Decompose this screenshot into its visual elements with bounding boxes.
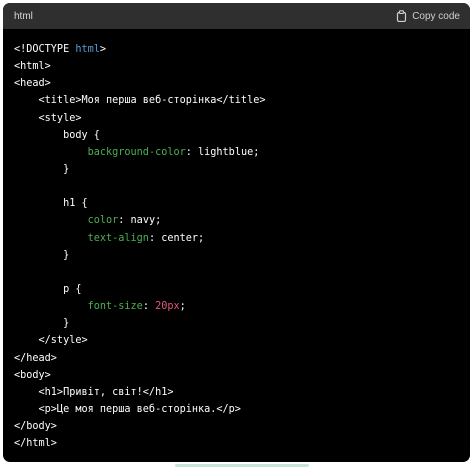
code-token-prop: text-align xyxy=(87,232,149,244)
code-line: </html> xyxy=(14,435,470,452)
code-token: : center; xyxy=(148,232,205,244)
code-token: <html> xyxy=(14,61,51,73)
code-token: h1 { xyxy=(14,198,88,210)
code-token: ; xyxy=(179,301,186,313)
code-line: <h1>Привіт, світ!</h1> xyxy=(14,384,470,401)
code-token: </body> xyxy=(14,421,57,433)
code-token: </style> xyxy=(14,335,88,347)
code-line: </body> xyxy=(14,418,470,435)
code-line: } xyxy=(14,161,470,178)
code-token: : navy; xyxy=(118,215,162,227)
clipboard-icon xyxy=(396,10,407,22)
code-token: : xyxy=(142,301,156,313)
code-line: <p>Це моя перша веб-сторінка.</p> xyxy=(14,401,470,418)
code-token: </head> xyxy=(14,352,57,364)
code-token: <head> xyxy=(14,78,51,90)
language-label: html xyxy=(14,10,33,22)
code-line: <html> xyxy=(14,58,470,75)
code-content: <!DOCTYPE html> <html> <head> <title>Моя п… xyxy=(3,29,470,452)
code-token: body { xyxy=(14,129,100,141)
code-token: <style> xyxy=(14,112,82,124)
code-line: text-align: center; xyxy=(14,230,470,247)
code-block-header: html Copy code xyxy=(3,3,470,29)
code-line: <head> xyxy=(14,75,470,92)
code-token: <title>Моя перша веб-сторінка</title> xyxy=(14,95,266,107)
code-line: <title>Моя перша веб-сторінка</title> xyxy=(14,92,470,109)
code-block: html Copy code <!DOCTYPE html> <html> <hea… xyxy=(3,3,470,462)
code-line: body { xyxy=(14,127,470,144)
code-token-num: 20px xyxy=(155,301,180,313)
code-token: <!DOCTYPE xyxy=(14,44,76,55)
code-line: p { xyxy=(14,281,470,298)
code-line: <!DOCTYPE html> xyxy=(14,41,470,58)
code-token: <body> xyxy=(14,369,51,381)
code-line: background-color: lightblue; xyxy=(14,144,470,161)
code-token: : lightblue; xyxy=(185,146,260,158)
code-token: } xyxy=(14,249,70,261)
code-line: font-size: 20px; xyxy=(14,298,470,315)
code-token: <p>Це моя перша веб-сторінка.</p> xyxy=(14,403,241,415)
copy-code-button[interactable]: Copy code xyxy=(396,10,460,22)
code-token-prop: color xyxy=(87,215,119,227)
code-token: </html> xyxy=(14,438,57,450)
code-token: } xyxy=(14,163,70,175)
code-line: <style> xyxy=(14,110,470,127)
code-token: > xyxy=(99,44,107,55)
code-token: } xyxy=(14,318,70,330)
code-token: p { xyxy=(14,283,82,295)
code-token-prop: font-size xyxy=(87,301,143,313)
code-line: <body> xyxy=(14,367,470,384)
code-token: <h1>Привіт, світ!</h1> xyxy=(14,386,174,398)
code-line: </style> xyxy=(14,332,470,349)
code-line: } xyxy=(14,247,470,264)
code-line: h1 { xyxy=(14,195,470,212)
code-line: color: navy; xyxy=(14,212,470,229)
copy-code-label: Copy code xyxy=(412,10,460,22)
code-line: </head> xyxy=(14,350,470,367)
code-token-prop: background-color xyxy=(87,146,186,158)
code-token-kw: html xyxy=(75,44,100,55)
code-line: } xyxy=(14,315,470,332)
